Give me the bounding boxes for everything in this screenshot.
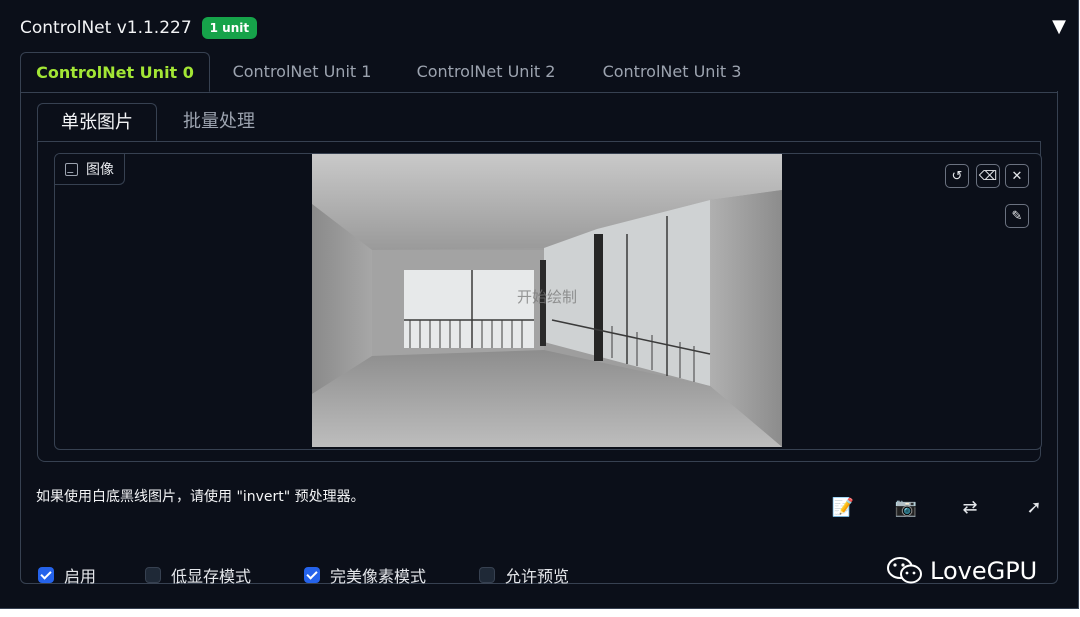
unit-count-badge: 1 unit [201, 17, 258, 39]
watermark-text: LoveGPU [930, 557, 1038, 585]
close-icon[interactable]: ✕ [1005, 164, 1029, 188]
tab-controlnet-unit-0[interactable]: ControlNet Unit 0 [20, 52, 210, 92]
checkbox-unchecked-icon[interactable] [145, 567, 161, 583]
input-mode-tab-bar: 单张图片 批量处理 [37, 103, 1041, 142]
pixel-perfect-checkbox[interactable]: 完美像素模式 [304, 563, 426, 587]
controlnet-panel: ControlNet v1.1.227 1 unit ▼ ControlNet … [0, 0, 1079, 609]
unit-tab-bar: ControlNet Unit 0 ControlNet Unit 1 Cont… [20, 52, 1058, 93]
checkbox-unchecked-icon[interactable] [479, 567, 495, 583]
send-arrow-icon[interactable]: ➚ [1021, 495, 1047, 519]
tab-single-image[interactable]: 单张图片 [37, 103, 157, 141]
image-canvas[interactable]: 图像 开始绘制 ↺ ⌫ ✕ ✎ [54, 153, 1042, 450]
tab-controlnet-unit-1[interactable]: ControlNet Unit 1 [216, 52, 388, 92]
checkbox-checked-icon[interactable] [304, 567, 320, 583]
watermark: LoveGPU [886, 556, 1037, 586]
wechat-icon [886, 556, 924, 586]
image-label: 图像 [55, 154, 125, 185]
brush-icon[interactable]: ✎ [1005, 204, 1029, 228]
allow-preview-label: 允许预览 [505, 567, 570, 586]
enable-checkbox[interactable]: 启用 [38, 563, 96, 587]
tab-controlnet-unit-2[interactable]: ControlNet Unit 2 [400, 52, 572, 92]
image-label-text: 图像 [86, 162, 114, 178]
edit-icon[interactable]: 📝 [830, 495, 856, 519]
enable-label: 启用 [64, 567, 97, 586]
start-drawing-hint: 开始绘制 [516, 288, 577, 306]
undo-icon[interactable]: ↺ [945, 164, 969, 188]
allow-preview-checkbox[interactable]: 允许预览 [479, 563, 569, 587]
low-vram-checkbox[interactable]: 低显存模式 [145, 563, 251, 587]
panel-header: ControlNet v1.1.227 1 unit [20, 14, 258, 42]
eraser-icon[interactable]: ⌫ [976, 164, 1000, 188]
camera-icon[interactable]: 📷 [893, 495, 919, 519]
low-vram-label: 低显存模式 [171, 567, 252, 586]
invert-hint-text: 如果使用白底黑线图片，请使用 "invert" 预处理器。 [36, 489, 365, 505]
checkbox-checked-icon[interactable] [38, 567, 54, 583]
swap-icon[interactable]: ⇄ [957, 495, 983, 519]
pixel-perfect-label: 完美像素模式 [330, 567, 427, 586]
collapse-toggle-icon[interactable]: ▼ [1052, 16, 1066, 37]
single-image-panel: 图像 开始绘制 ↺ ⌫ ✕ ✎ [37, 141, 1042, 462]
tab-controlnet-unit-3[interactable]: ControlNet Unit 3 [586, 52, 758, 92]
image-icon [65, 162, 78, 176]
panel-title: ControlNet v1.1.227 [20, 18, 192, 38]
uploaded-room-photo: 开始绘制 [312, 154, 782, 447]
tab-batch[interactable]: 批量处理 [159, 103, 279, 141]
